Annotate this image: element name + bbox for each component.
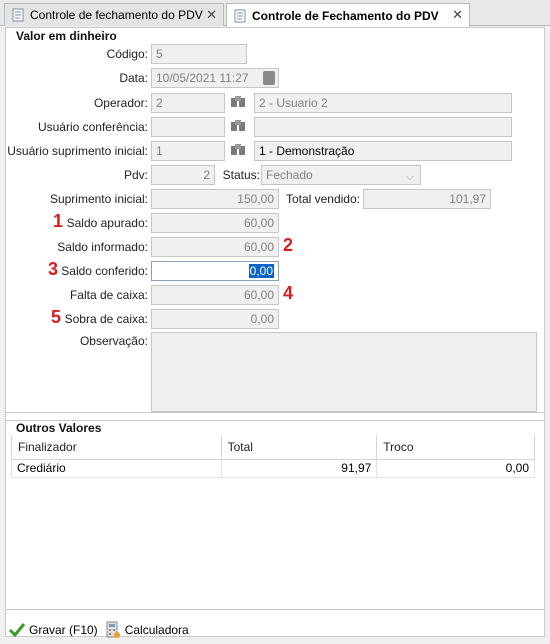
close-icon[interactable]: ✕ xyxy=(452,7,463,23)
observacao-textarea[interactable] xyxy=(151,332,537,412)
marker-2: 2 xyxy=(283,235,294,255)
suprimento-user-name-field: 1 - Demonstração xyxy=(254,141,512,161)
checkmark-icon xyxy=(8,623,26,638)
cell-troco: 0,00 xyxy=(376,458,535,478)
group-title: Valor em dinheiro xyxy=(16,29,117,43)
total-vendido-field[interactable]: 101,97 xyxy=(363,189,491,209)
cash-group: Valor em dinheiro Código: 5 Data: 10/05/… xyxy=(6,28,544,413)
column-header-total[interactable]: Total xyxy=(220,435,378,460)
cell-total: 91,97 xyxy=(220,458,378,478)
operador-label: Operador: xyxy=(93,96,148,110)
saldo-conferido-label: Saldo conferido: xyxy=(61,264,148,278)
saldo-apurado-label: Saldo apurado: xyxy=(66,216,148,230)
pdv-label: Pdv: xyxy=(123,168,148,182)
document-icon xyxy=(234,9,246,22)
falta-field[interactable]: 60,00 xyxy=(151,285,279,305)
marker-4: 4 xyxy=(283,283,294,303)
column-header-troco[interactable]: Troco xyxy=(376,435,535,460)
tab-label: Controle de Fechamento do PDV xyxy=(252,8,439,23)
outros-valores-group: Outros Valores Finalizador Total Troco C… xyxy=(6,420,544,610)
main-panel: Valor em dinheiro Código: 5 Data: 10/05/… xyxy=(5,27,545,637)
footer-toolbar: Gravar (F10) Calculadora xyxy=(0,618,550,642)
status-label: Status: xyxy=(222,168,260,182)
calculadora-label: Calculadora xyxy=(124,623,189,637)
falta-label: Falta de caixa: xyxy=(69,288,148,302)
suprimento-inicial-label: Suprimento inicial: xyxy=(49,192,148,206)
column-header-finalizador[interactable]: Finalizador xyxy=(11,435,222,460)
observacao-label: Observação: xyxy=(79,334,148,348)
suprimento-inicial-field[interactable]: 150,00 xyxy=(151,189,279,209)
suprimento-user-id-field[interactable]: 1 xyxy=(151,141,225,161)
tab-bar: Controle de fechamento do PDV ✕ Controle… xyxy=(0,0,550,27)
chevron-down-icon: ⌵ xyxy=(405,171,414,183)
calendar-icon[interactable] xyxy=(262,69,276,87)
operador-name-field: 2 - Usuario 2 xyxy=(254,93,512,113)
sobra-field[interactable]: 0,00 xyxy=(151,309,279,329)
document-icon xyxy=(12,8,24,22)
sobra-label: Sobra de caixa: xyxy=(64,312,148,326)
suprimento-user-label: Usuário suprimento inicial: xyxy=(7,144,148,158)
pdv-field[interactable]: 2 xyxy=(151,165,215,185)
table-row[interactable]: Crediário 91,97 0,00 xyxy=(11,458,535,478)
close-icon[interactable]: ✕ xyxy=(206,7,217,23)
saldo-informado-field[interactable]: 60,00 xyxy=(151,237,279,257)
data-field[interactable]: 10/05/2021 11:27 xyxy=(151,68,279,88)
status-value: Fechado xyxy=(266,168,313,182)
conferencia-name-field xyxy=(254,117,512,137)
tab-controle-fechamento-1[interactable]: Controle de fechamento do PDV ✕ xyxy=(4,3,224,26)
gravar-label: Gravar (F10) xyxy=(29,623,98,637)
conferencia-label: Usuário conferência: xyxy=(37,120,148,134)
operador-id-field[interactable]: 2 xyxy=(151,93,225,113)
saldo-apurado-field[interactable]: 60,00 xyxy=(151,213,279,233)
saldo-conferido-input[interactable]: 0,00 xyxy=(151,261,279,281)
gravar-button[interactable]: Gravar (F10) xyxy=(8,621,98,639)
tab-label: Controle de fechamento do PDV xyxy=(30,8,203,22)
codigo-label: Código: xyxy=(106,47,148,61)
search-lookup-icon[interactable] xyxy=(229,142,247,160)
calculator-icon xyxy=(106,621,120,638)
outros-valores-table: Finalizador Total Troco Crediário 91,97 … xyxy=(11,435,535,478)
tab-controle-fechamento-2[interactable]: Controle de Fechamento do PDV ✕ xyxy=(226,3,470,27)
saldo-informado-label: Saldo informado: xyxy=(57,240,148,254)
status-combo[interactable]: Fechado ⌵ xyxy=(261,165,421,185)
cell-finalizador: Crediário xyxy=(11,458,222,478)
total-vendido-label: Total vendido: xyxy=(285,192,360,206)
search-lookup-icon[interactable] xyxy=(229,118,247,136)
search-lookup-icon[interactable] xyxy=(229,94,247,112)
conferencia-id-field[interactable] xyxy=(151,117,225,137)
codigo-field[interactable]: 5 xyxy=(151,44,247,64)
saldo-conferido-value: 0,00 xyxy=(248,264,274,278)
data-label: Data: xyxy=(119,71,148,85)
calculadora-button[interactable]: Calculadora xyxy=(104,621,189,639)
group-title: Outros Valores xyxy=(16,421,102,435)
